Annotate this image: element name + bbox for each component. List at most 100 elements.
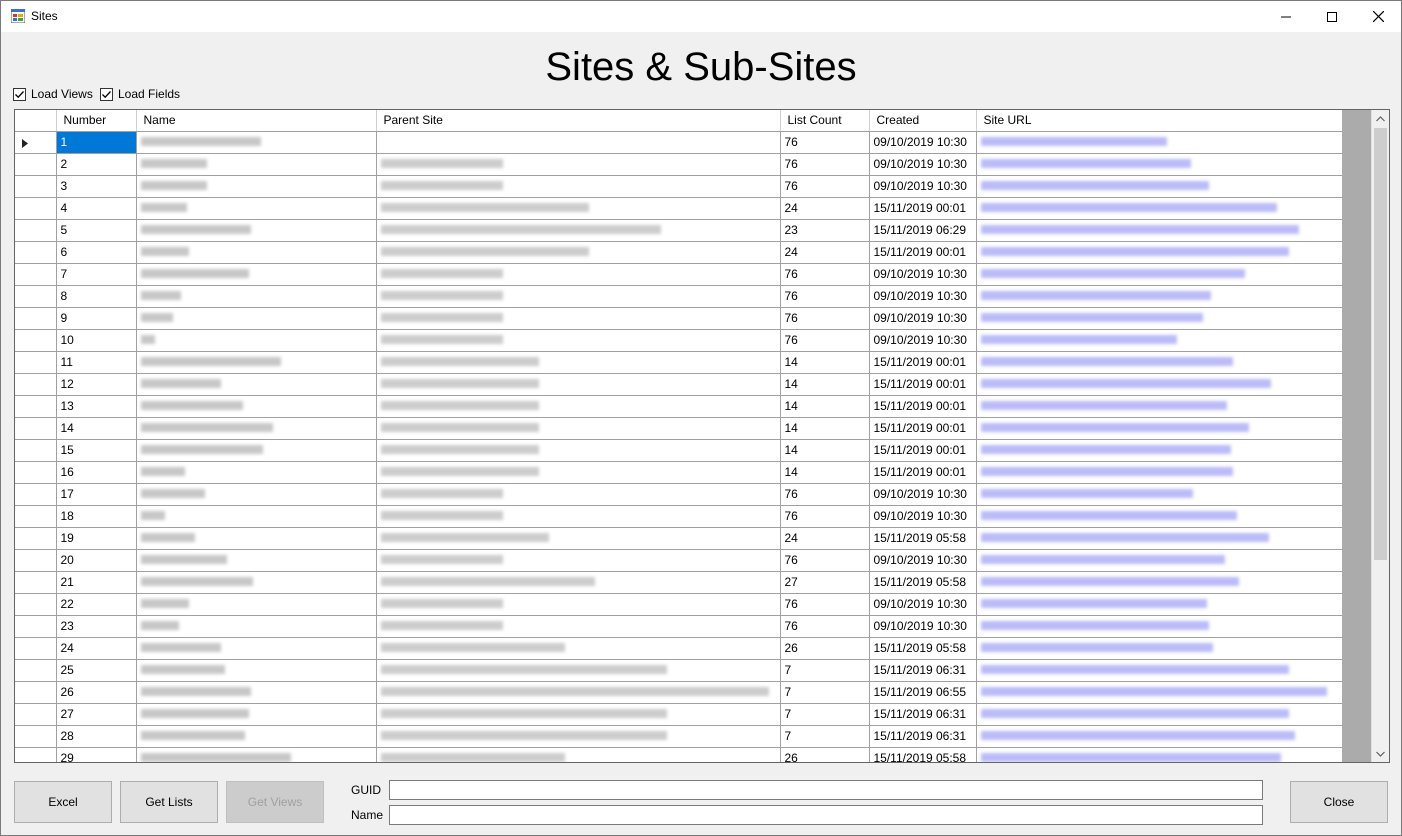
cell-site-url[interactable] [976, 549, 1342, 572]
column-header-parent-site[interactable]: Parent Site [376, 110, 781, 132]
cell-parent-site[interactable] [376, 395, 781, 418]
redacted-link[interactable] [980, 643, 1213, 652]
cell-parent-site[interactable] [376, 307, 781, 330]
cell-number[interactable]: 3 [56, 175, 137, 198]
cell-name[interactable] [136, 351, 377, 374]
cell-parent-site[interactable] [376, 197, 781, 220]
cell-site-url[interactable] [976, 285, 1342, 308]
cell-created[interactable]: 15/11/2019 06:31 [869, 703, 977, 726]
row-header[interactable] [15, 153, 57, 176]
row-header[interactable] [15, 417, 57, 440]
table-row[interactable]: 6 24 15/11/2019 00:01 [15, 241, 1342, 264]
cell-number[interactable]: 17 [56, 483, 137, 506]
cell-number[interactable]: 2 [56, 153, 137, 176]
cell-name[interactable] [136, 549, 377, 572]
title-bar[interactable]: Sites [1, 1, 1401, 32]
cell-created[interactable]: 15/11/2019 06:31 [869, 725, 977, 748]
cell-created[interactable]: 09/10/2019 10:30 [869, 153, 977, 176]
scrollbar-thumb[interactable] [1374, 128, 1387, 560]
cell-number[interactable]: 26 [56, 681, 137, 704]
redacted-link[interactable] [980, 731, 1295, 740]
redacted-link[interactable] [980, 445, 1231, 454]
cell-list-count[interactable]: 76 [780, 505, 870, 528]
cell-list-count[interactable]: 7 [780, 659, 870, 682]
cell-list-count[interactable]: 14 [780, 417, 870, 440]
cell-list-count[interactable]: 76 [780, 307, 870, 330]
row-header[interactable] [15, 285, 57, 308]
cell-created[interactable]: 15/11/2019 06:55 [869, 681, 977, 704]
redacted-link[interactable] [980, 753, 1281, 762]
cell-number[interactable]: 11 [56, 351, 137, 374]
cell-list-count[interactable]: 76 [780, 615, 870, 638]
cell-list-count[interactable]: 76 [780, 549, 870, 572]
cell-created[interactable]: 09/10/2019 10:30 [869, 549, 977, 572]
cell-created[interactable]: 09/10/2019 10:30 [869, 263, 977, 286]
row-header[interactable] [15, 527, 57, 550]
row-header[interactable] [15, 681, 57, 704]
cell-list-count[interactable]: 76 [780, 131, 870, 154]
table-row[interactable]: 7 76 09/10/2019 10:30 [15, 263, 1342, 286]
cell-created[interactable]: 09/10/2019 10:30 [869, 593, 977, 616]
cell-list-count[interactable]: 76 [780, 153, 870, 176]
cell-site-url[interactable] [976, 175, 1342, 198]
checkbox-box[interactable] [100, 87, 113, 101]
row-header[interactable] [15, 461, 57, 484]
cell-number[interactable]: 28 [56, 725, 137, 748]
cell-created[interactable]: 15/11/2019 00:01 [869, 373, 977, 396]
column-header-name[interactable]: Name [136, 110, 377, 132]
cell-number[interactable]: 7 [56, 263, 137, 286]
cell-number[interactable]: 9 [56, 307, 137, 330]
maximize-button[interactable] [1309, 1, 1355, 32]
cell-list-count[interactable]: 24 [780, 197, 870, 220]
cell-parent-site[interactable] [376, 439, 781, 462]
row-header[interactable] [15, 615, 57, 638]
cell-name[interactable] [136, 395, 377, 418]
cell-parent-site[interactable] [376, 571, 781, 594]
redacted-link[interactable] [980, 357, 1233, 366]
cell-created[interactable]: 09/10/2019 10:30 [869, 131, 977, 154]
cell-created[interactable]: 15/11/2019 00:01 [869, 197, 977, 220]
column-header-number[interactable]: Number [56, 110, 137, 132]
checkbox-box[interactable] [13, 87, 26, 101]
cell-parent-site[interactable] [376, 505, 781, 528]
cell-list-count[interactable]: 7 [780, 703, 870, 726]
cell-parent-site[interactable] [376, 461, 781, 484]
table-row[interactable]: 24 26 15/11/2019 05:58 [15, 637, 1342, 660]
table-row[interactable]: 15 14 15/11/2019 00:01 [15, 439, 1342, 462]
cell-list-count[interactable]: 26 [780, 637, 870, 660]
column-header-list-count[interactable]: List Count [780, 110, 870, 132]
row-header[interactable] [15, 747, 57, 762]
table-row[interactable]: 14 14 15/11/2019 00:01 [15, 417, 1342, 440]
cell-name[interactable] [136, 439, 377, 462]
redacted-link[interactable] [980, 401, 1227, 410]
cell-created[interactable]: 09/10/2019 10:30 [869, 329, 977, 352]
cell-number[interactable]: 25 [56, 659, 137, 682]
cell-number[interactable]: 16 [56, 461, 137, 484]
cell-number[interactable]: 12 [56, 373, 137, 396]
cell-created[interactable]: 15/11/2019 00:01 [869, 439, 977, 462]
cell-parent-site[interactable] [376, 285, 781, 308]
cell-created[interactable]: 15/11/2019 00:01 [869, 461, 977, 484]
row-header[interactable] [15, 307, 57, 330]
column-header-created[interactable]: Created [869, 110, 977, 132]
vertical-scrollbar[interactable] [1371, 110, 1389, 762]
row-header[interactable] [15, 351, 57, 374]
cell-created[interactable]: 15/11/2019 05:58 [869, 571, 977, 594]
cell-number[interactable]: 20 [56, 549, 137, 572]
table-row[interactable]: 20 76 09/10/2019 10:30 [15, 549, 1342, 572]
cell-site-url[interactable] [976, 505, 1342, 528]
row-header[interactable] [15, 175, 57, 198]
cell-created[interactable]: 09/10/2019 10:30 [869, 307, 977, 330]
table-row[interactable]: 29 26 15/11/2019 05:58 [15, 747, 1342, 762]
get-lists-button[interactable]: Get Lists [120, 781, 218, 823]
row-header[interactable] [15, 263, 57, 286]
cell-list-count[interactable]: 14 [780, 439, 870, 462]
cell-created[interactable]: 15/11/2019 06:29 [869, 219, 977, 242]
cell-site-url[interactable] [976, 659, 1342, 682]
cell-number[interactable]: 18 [56, 505, 137, 528]
table-row[interactable]: 13 14 15/11/2019 00:01 [15, 395, 1342, 418]
cell-list-count[interactable]: 7 [780, 681, 870, 704]
cell-list-count[interactable]: 76 [780, 175, 870, 198]
cell-site-url[interactable] [976, 571, 1342, 594]
cell-parent-site[interactable] [376, 373, 781, 396]
